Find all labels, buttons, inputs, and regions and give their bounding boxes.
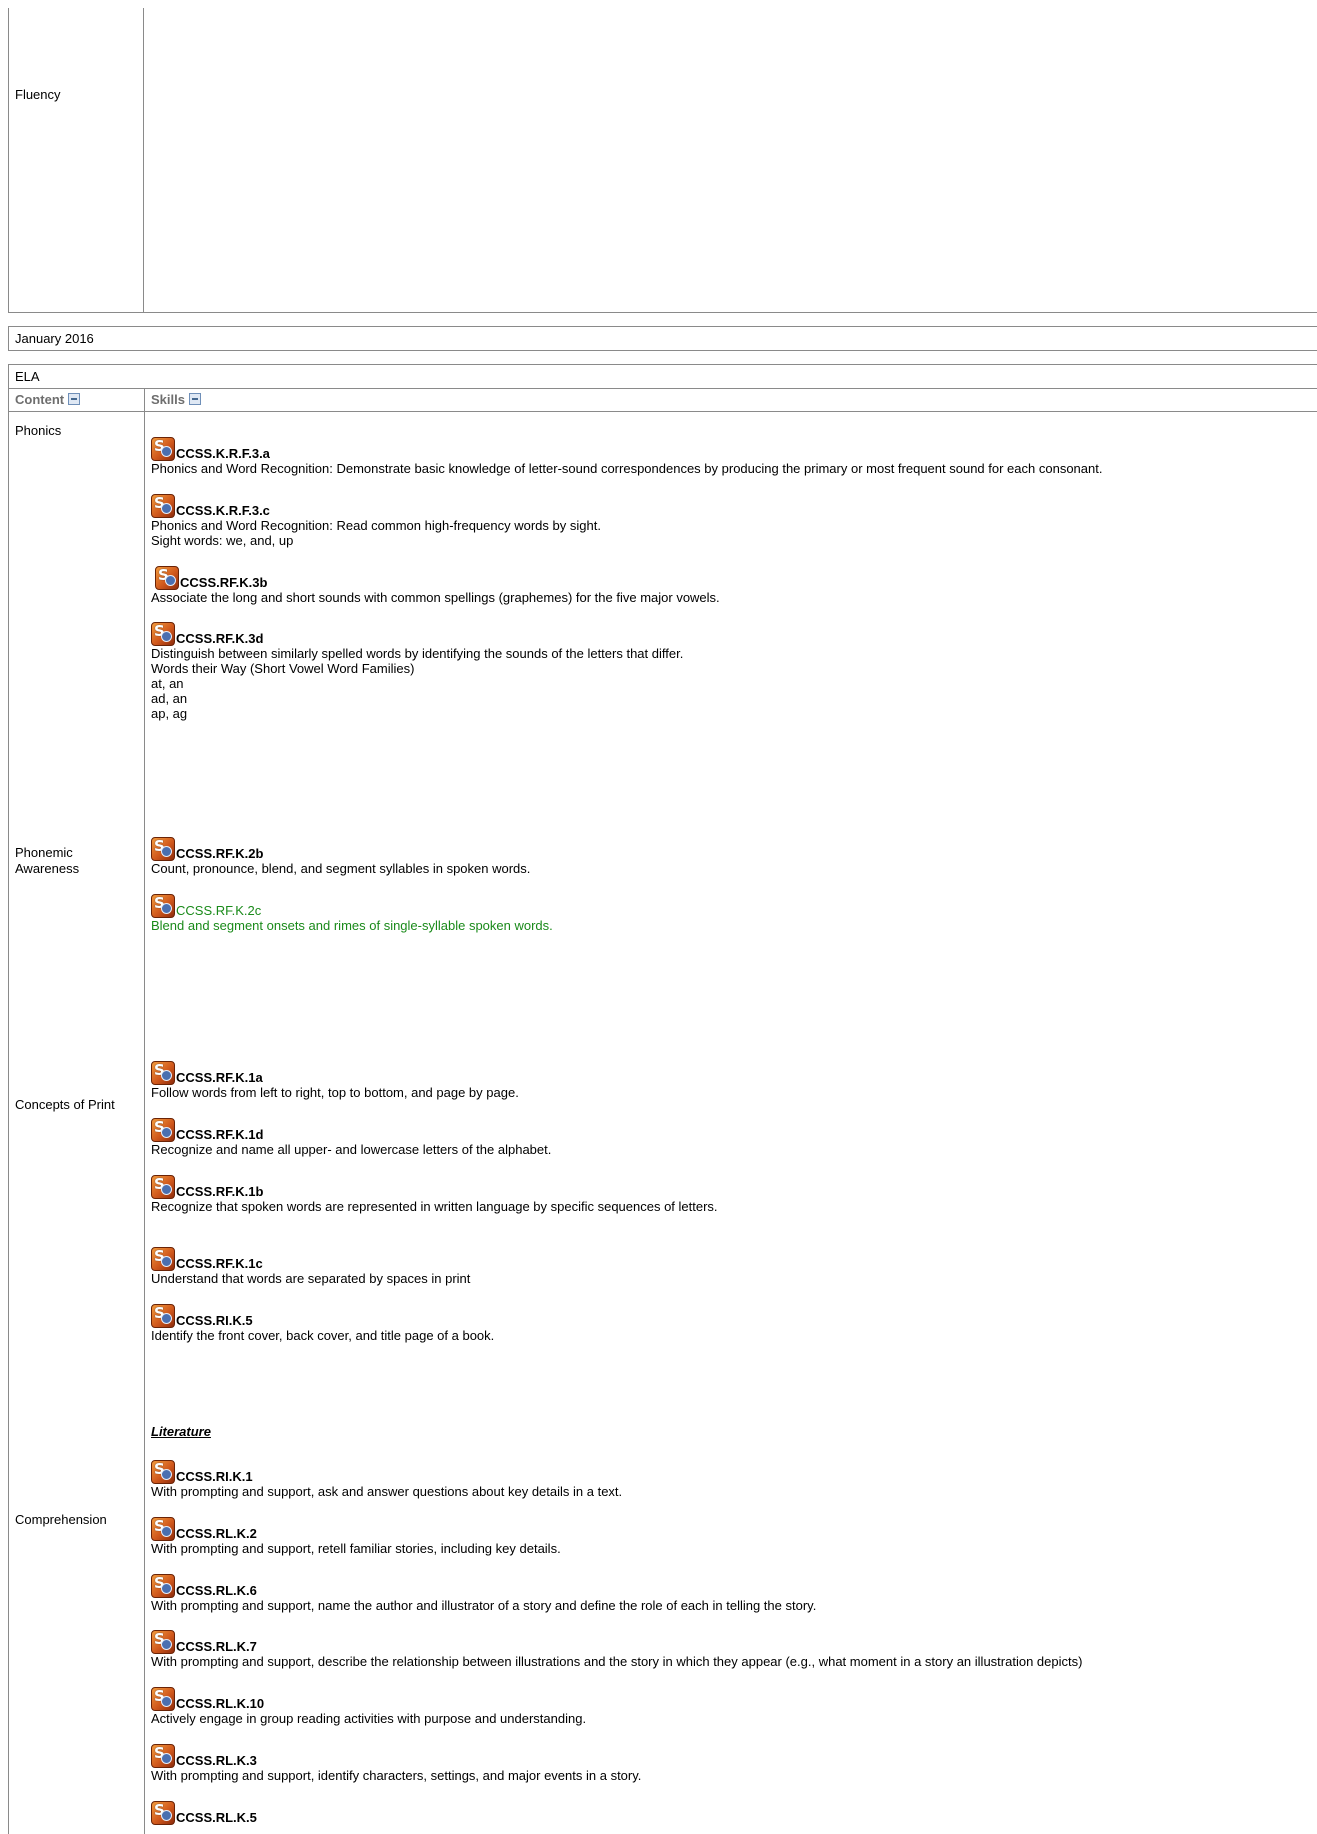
fluency-block: Fluency — [8, 8, 1317, 313]
standard-icon[interactable] — [151, 894, 175, 918]
standard-icon[interactable] — [151, 1304, 175, 1328]
ela-table: ELA Content Skills Phonics Phonemic Awar… — [8, 364, 1317, 1834]
skill-description: Recognize that spoken words are represen… — [151, 1199, 718, 1214]
section-title-literature: Literature — [151, 1424, 211, 1439]
standard-icon[interactable] — [155, 566, 179, 590]
skill-description: Phonics and Word Recognition: Demonstrat… — [151, 461, 1103, 476]
skill-description: With prompting and support, ask and answ… — [151, 1484, 623, 1499]
skill-entry: CCSS.K.R.F.3.c Phonics and Word Recognit… — [151, 490, 1311, 548]
skill-description: Understand that words are separated by s… — [151, 1271, 471, 1286]
skills-header: Skills — [151, 392, 201, 407]
skill-code[interactable]: CCSS.RL.K.7 — [176, 1640, 257, 1654]
subject-title: ELA — [9, 365, 1317, 389]
skill-description: With prompting and support, describe the… — [151, 1654, 1083, 1669]
skill-code[interactable]: CCSS.K.R.F.3.c — [176, 504, 270, 518]
skill-entry: CCSS.RF.K.2c Blend and segment onsets an… — [151, 890, 1311, 933]
standard-icon[interactable] — [151, 1061, 175, 1085]
skill-entry: CCSS.K.R.F.3.a Phonics and Word Recognit… — [151, 433, 1311, 476]
skill-description: With prompting and support, identify cha… — [151, 1768, 642, 1783]
skill-code[interactable]: CCSS.RL.K.10 — [176, 1697, 264, 1711]
standard-icon[interactable] — [151, 1801, 175, 1825]
content-concepts-of-print: Concepts of Print — [15, 1097, 115, 1112]
skill-entry: CCSS.RF.K.1d Recognize and name all uppe… — [151, 1114, 1311, 1157]
skill-entry: CCSS.RF.K.3d Distinguish between similar… — [151, 618, 1311, 721]
standard-icon[interactable] — [151, 622, 175, 646]
skill-entry: CCSS.RF.K.1b Recognize that spoken words… — [151, 1171, 1311, 1214]
standard-icon[interactable] — [151, 1118, 175, 1142]
skill-description: Distinguish between similarly spelled wo… — [151, 646, 684, 721]
skill-description: Identify the front cover, back cover, an… — [151, 1328, 495, 1343]
skill-description: Recognize and name all upper- and lowerc… — [151, 1142, 552, 1157]
skill-entry: CCSS.RI.K.1 With prompting and support, … — [151, 1456, 1311, 1499]
content-header: Content — [15, 392, 81, 407]
skill-entry: CCSS.RL.K.5 — [151, 1797, 1311, 1825]
column-divider — [144, 389, 145, 1834]
content-header-label: Content — [15, 392, 65, 407]
standard-icon[interactable] — [151, 1247, 175, 1271]
fluency-label: Fluency — [15, 87, 61, 102]
content-phonemic-awareness: Phonemic Awareness — [15, 845, 80, 876]
content-phonics: Phonics — [15, 423, 62, 438]
skill-code[interactable]: CCSS.RF.K.2c — [176, 904, 261, 918]
content-column — [9, 8, 144, 312]
standard-icon[interactable] — [151, 437, 175, 461]
month-bar: January 2016 — [8, 326, 1317, 351]
skill-description: Phonics and Word Recognition: Read commo… — [151, 518, 601, 548]
skill-description: Actively engage in group reading activit… — [151, 1711, 587, 1726]
skill-description: Associate the long and short sounds with… — [151, 590, 720, 605]
skill-code[interactable]: CCSS.K.R.F.3.a — [176, 447, 270, 461]
skill-entry: CCSS.RL.K.6 With prompting and support, … — [151, 1570, 1311, 1613]
standard-icon[interactable] — [151, 1744, 175, 1768]
skill-code[interactable]: CCSS.RF.K.1d — [176, 1128, 263, 1142]
standard-icon[interactable] — [151, 494, 175, 518]
skill-code[interactable]: CCSS.RF.K.2b — [176, 847, 263, 861]
skill-description: With prompting and support, name the aut… — [151, 1598, 817, 1613]
standard-icon[interactable] — [151, 837, 175, 861]
skill-code[interactable]: CCSS.RF.K.3d — [176, 632, 263, 646]
skill-code[interactable]: CCSS.RF.K.1a — [176, 1071, 263, 1085]
collapse-icon[interactable] — [68, 393, 81, 405]
skill-entry: CCSS.RF.K.3b Associate the long and shor… — [151, 562, 1311, 605]
skill-code[interactable]: CCSS.RF.K.3b — [180, 576, 267, 590]
skill-entry: CCSS.RL.K.2 With prompting and support, … — [151, 1513, 1311, 1556]
collapse-icon[interactable] — [188, 393, 201, 405]
standard-icon[interactable] — [151, 1175, 175, 1199]
skill-entry: CCSS.RL.K.3 With prompting and support, … — [151, 1740, 1311, 1783]
skill-code[interactable]: CCSS.RL.K.3 — [176, 1754, 257, 1768]
content-comprehension: Comprehension — [15, 1512, 107, 1527]
skill-entry: CCSS.RL.K.7 With prompting and support, … — [151, 1626, 1311, 1669]
skill-entry: CCSS.RL.K.10 Actively engage in group re… — [151, 1683, 1311, 1726]
skill-entry: CCSS.RI.K.5 Identify the front cover, ba… — [151, 1300, 1311, 1343]
skill-code[interactable]: CCSS.RI.K.5 — [176, 1314, 253, 1328]
skill-code[interactable]: CCSS.RL.K.2 — [176, 1527, 257, 1541]
standard-icon[interactable] — [151, 1687, 175, 1711]
skill-code[interactable]: CCSS.RF.K.1b — [176, 1185, 263, 1199]
skill-description: Blend and segment onsets and rimes of si… — [151, 918, 553, 933]
skill-code[interactable]: CCSS.RF.K.1c — [176, 1257, 263, 1271]
skills-header-label: Skills — [151, 392, 185, 407]
skill-code[interactable]: CCSS.RL.K.6 — [176, 1584, 257, 1598]
skill-code[interactable]: CCSS.RI.K.1 — [176, 1470, 253, 1484]
skill-entry: CCSS.RF.K.2b Count, pronounce, blend, an… — [151, 833, 1311, 876]
standard-icon[interactable] — [151, 1630, 175, 1654]
skill-description: With prompting and support, retell famil… — [151, 1541, 561, 1556]
standard-icon[interactable] — [151, 1460, 175, 1484]
skill-entry: CCSS.RF.K.1a Follow words from left to r… — [151, 1057, 1311, 1100]
standard-icon[interactable] — [151, 1517, 175, 1541]
table-header-row: Content Skills — [9, 389, 1317, 412]
skill-code[interactable]: CCSS.RL.K.5 — [176, 1811, 257, 1825]
standard-icon[interactable] — [151, 1574, 175, 1598]
skill-description: Follow words from left to right, top to … — [151, 1085, 519, 1100]
skill-description: Count, pronounce, blend, and segment syl… — [151, 861, 531, 876]
skill-entry: CCSS.RF.K.1c Understand that words are s… — [151, 1243, 1311, 1286]
